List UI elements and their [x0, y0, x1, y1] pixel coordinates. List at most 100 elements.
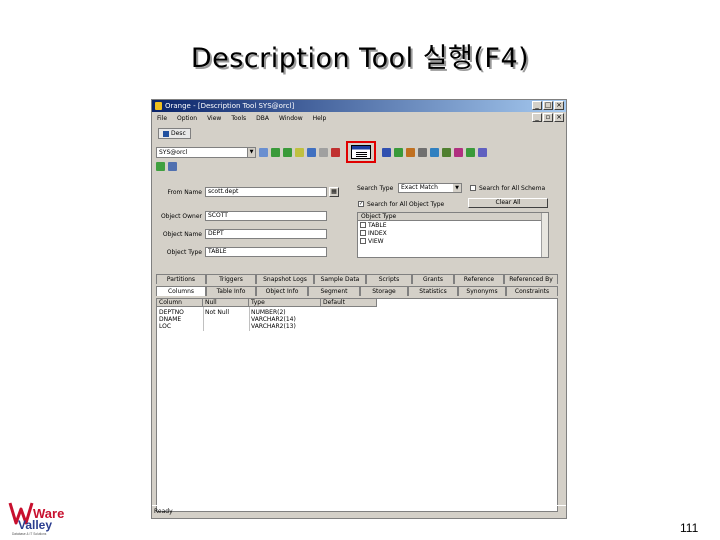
tab-constraints[interactable]: Constraints: [506, 286, 558, 296]
window-icon[interactable]: [478, 147, 487, 157]
tab-referenced-by[interactable]: Referenced By: [504, 274, 558, 284]
clear-all-button[interactable]: Clear All: [468, 198, 548, 208]
search-type-select[interactable]: Exact Match ▼: [398, 183, 462, 193]
from-name-input[interactable]: scott.dept: [205, 187, 327, 197]
window-titlebar: Orange - [Description Tool SYS@orcl] _ □…: [152, 100, 566, 112]
minimize-icon[interactable]: _: [532, 101, 542, 110]
column-header-default[interactable]: Default: [321, 299, 377, 307]
tab-reference[interactable]: Reference: [454, 274, 504, 284]
tab-scripts[interactable]: Scripts: [366, 274, 412, 284]
object-owner-label: Object Owner: [160, 213, 202, 220]
menu-tools[interactable]: Tools: [231, 115, 246, 122]
close-icon[interactable]: ×: [554, 101, 564, 110]
tabs-bottom: Columns Table Info Object Info Segment S…: [156, 286, 558, 296]
mdi-restore-icon[interactable]: ▫: [543, 113, 553, 122]
tab-grants[interactable]: Grants: [412, 274, 454, 284]
menu-help[interactable]: Help: [313, 115, 327, 122]
menu-window[interactable]: Window: [279, 115, 303, 122]
export-icon[interactable]: [442, 147, 451, 157]
editor-icon[interactable]: [307, 147, 316, 157]
search-all-schema-checkbox[interactable]: [470, 185, 476, 191]
object-type-checkbox[interactable]: [360, 238, 366, 244]
column-header-type[interactable]: Type: [249, 299, 321, 307]
tab-table-info[interactable]: Table Info: [206, 286, 256, 296]
list-item[interactable]: TABLE: [358, 221, 548, 229]
column-header-column[interactable]: Column: [157, 299, 203, 307]
from-name-label: From Name: [167, 189, 202, 196]
window-title: Orange - [Description Tool SYS@orcl]: [165, 102, 295, 110]
object-name-label: Object Name: [162, 231, 202, 238]
menu-view[interactable]: View: [207, 115, 221, 122]
tab-object-info[interactable]: Object Info: [256, 286, 308, 296]
grid-icon[interactable]: [466, 147, 475, 157]
describe-icon[interactable]: ▦: [329, 187, 339, 197]
object-owner-field[interactable]: SCOTT: [205, 211, 327, 221]
step-icon[interactable]: [283, 147, 292, 157]
object-type-label: INDEX: [368, 229, 387, 237]
refresh-icon[interactable]: [156, 162, 165, 171]
desc-icon: [163, 130, 169, 137]
tab-statistics[interactable]: Statistics: [408, 286, 458, 296]
column-header-null[interactable]: Null: [203, 299, 249, 307]
plan-icon[interactable]: [295, 147, 304, 157]
sql-icon[interactable]: [259, 147, 268, 157]
mdi-minimize-icon[interactable]: _: [532, 113, 542, 122]
cell-default: [321, 316, 323, 323]
description-tool-button[interactable]: [346, 141, 376, 163]
description-tool-icon: [351, 145, 371, 159]
options-icon[interactable]: [168, 162, 177, 171]
analyze-icon[interactable]: [454, 147, 463, 157]
list-item[interactable]: INDEX: [358, 229, 548, 237]
menu-dba[interactable]: DBA: [256, 115, 269, 122]
session-icon[interactable]: [394, 147, 403, 157]
table-icon[interactable]: [382, 147, 391, 157]
tab-segment[interactable]: Segment: [308, 286, 360, 296]
object-type-label: Object Type: [166, 249, 202, 256]
cell-type: VARCHAR2(14): [251, 316, 296, 323]
slide-title: Description Tool 실행(F4): [190, 43, 530, 74]
cell-type: VARCHAR2(13): [251, 323, 296, 330]
tab-triggers[interactable]: Triggers: [206, 274, 256, 284]
tab-columns[interactable]: Columns: [156, 286, 206, 296]
search-all-object-type-checkbox[interactable]: ✓: [358, 201, 364, 207]
object-list-scrollbar[interactable]: [541, 213, 548, 257]
lock-icon[interactable]: [406, 147, 415, 157]
object-type-label: VIEW: [368, 237, 384, 245]
app-window: Orange - [Description Tool SYS@orcl] _ □…: [151, 99, 567, 519]
object-type-field[interactable]: TABLE: [205, 247, 327, 257]
run-icon[interactable]: [271, 147, 280, 157]
maximize-icon[interactable]: □: [543, 101, 553, 110]
cell-default: [321, 323, 323, 330]
tab-storage[interactable]: Storage: [360, 286, 408, 296]
grid-divider: [203, 307, 204, 331]
cell-type: NUMBER(2): [251, 309, 286, 316]
tab-desc-label: Desc: [171, 130, 186, 137]
object-type-checkbox[interactable]: [360, 222, 366, 228]
grid-divider: [249, 307, 250, 331]
trace-icon[interactable]: [331, 147, 340, 157]
list-item[interactable]: VIEW: [358, 237, 548, 245]
menu-file[interactable]: File: [157, 115, 167, 122]
connection-select[interactable]: SYS@orcl ▼: [156, 146, 256, 158]
tab-snapshot-logs[interactable]: Snapshot Logs: [256, 274, 314, 284]
monitor-icon[interactable]: [418, 147, 427, 157]
space-icon[interactable]: [430, 147, 439, 157]
tab-partitions[interactable]: Partitions: [156, 274, 206, 284]
chevron-down-icon[interactable]: ▼: [247, 147, 255, 157]
menu-option[interactable]: Option: [177, 115, 197, 122]
chevron-down-icon[interactable]: ▼: [453, 184, 461, 192]
tab-desc[interactable]: Desc: [158, 128, 191, 139]
object-type-checkbox[interactable]: [360, 230, 366, 236]
cell-null: Not Null: [205, 309, 230, 316]
mdi-close-icon[interactable]: ×: [554, 113, 564, 122]
columns-grid: Column Null Type Default DEPTNO Not Null…: [156, 298, 558, 512]
tab-sample-data[interactable]: Sample Data: [314, 274, 366, 284]
search-all-schema-label: Search for All Schema: [479, 185, 546, 192]
object-name-field[interactable]: DEPT: [205, 229, 327, 239]
schema-icon[interactable]: [319, 147, 328, 157]
object-type-label: TABLE: [368, 221, 387, 229]
status-bar: Ready: [152, 505, 566, 517]
search-all-object-type-label: Search for All Object Type: [367, 201, 445, 208]
tab-synonyms[interactable]: Synonyms: [458, 286, 506, 296]
cell-column: DNAME: [159, 316, 182, 323]
